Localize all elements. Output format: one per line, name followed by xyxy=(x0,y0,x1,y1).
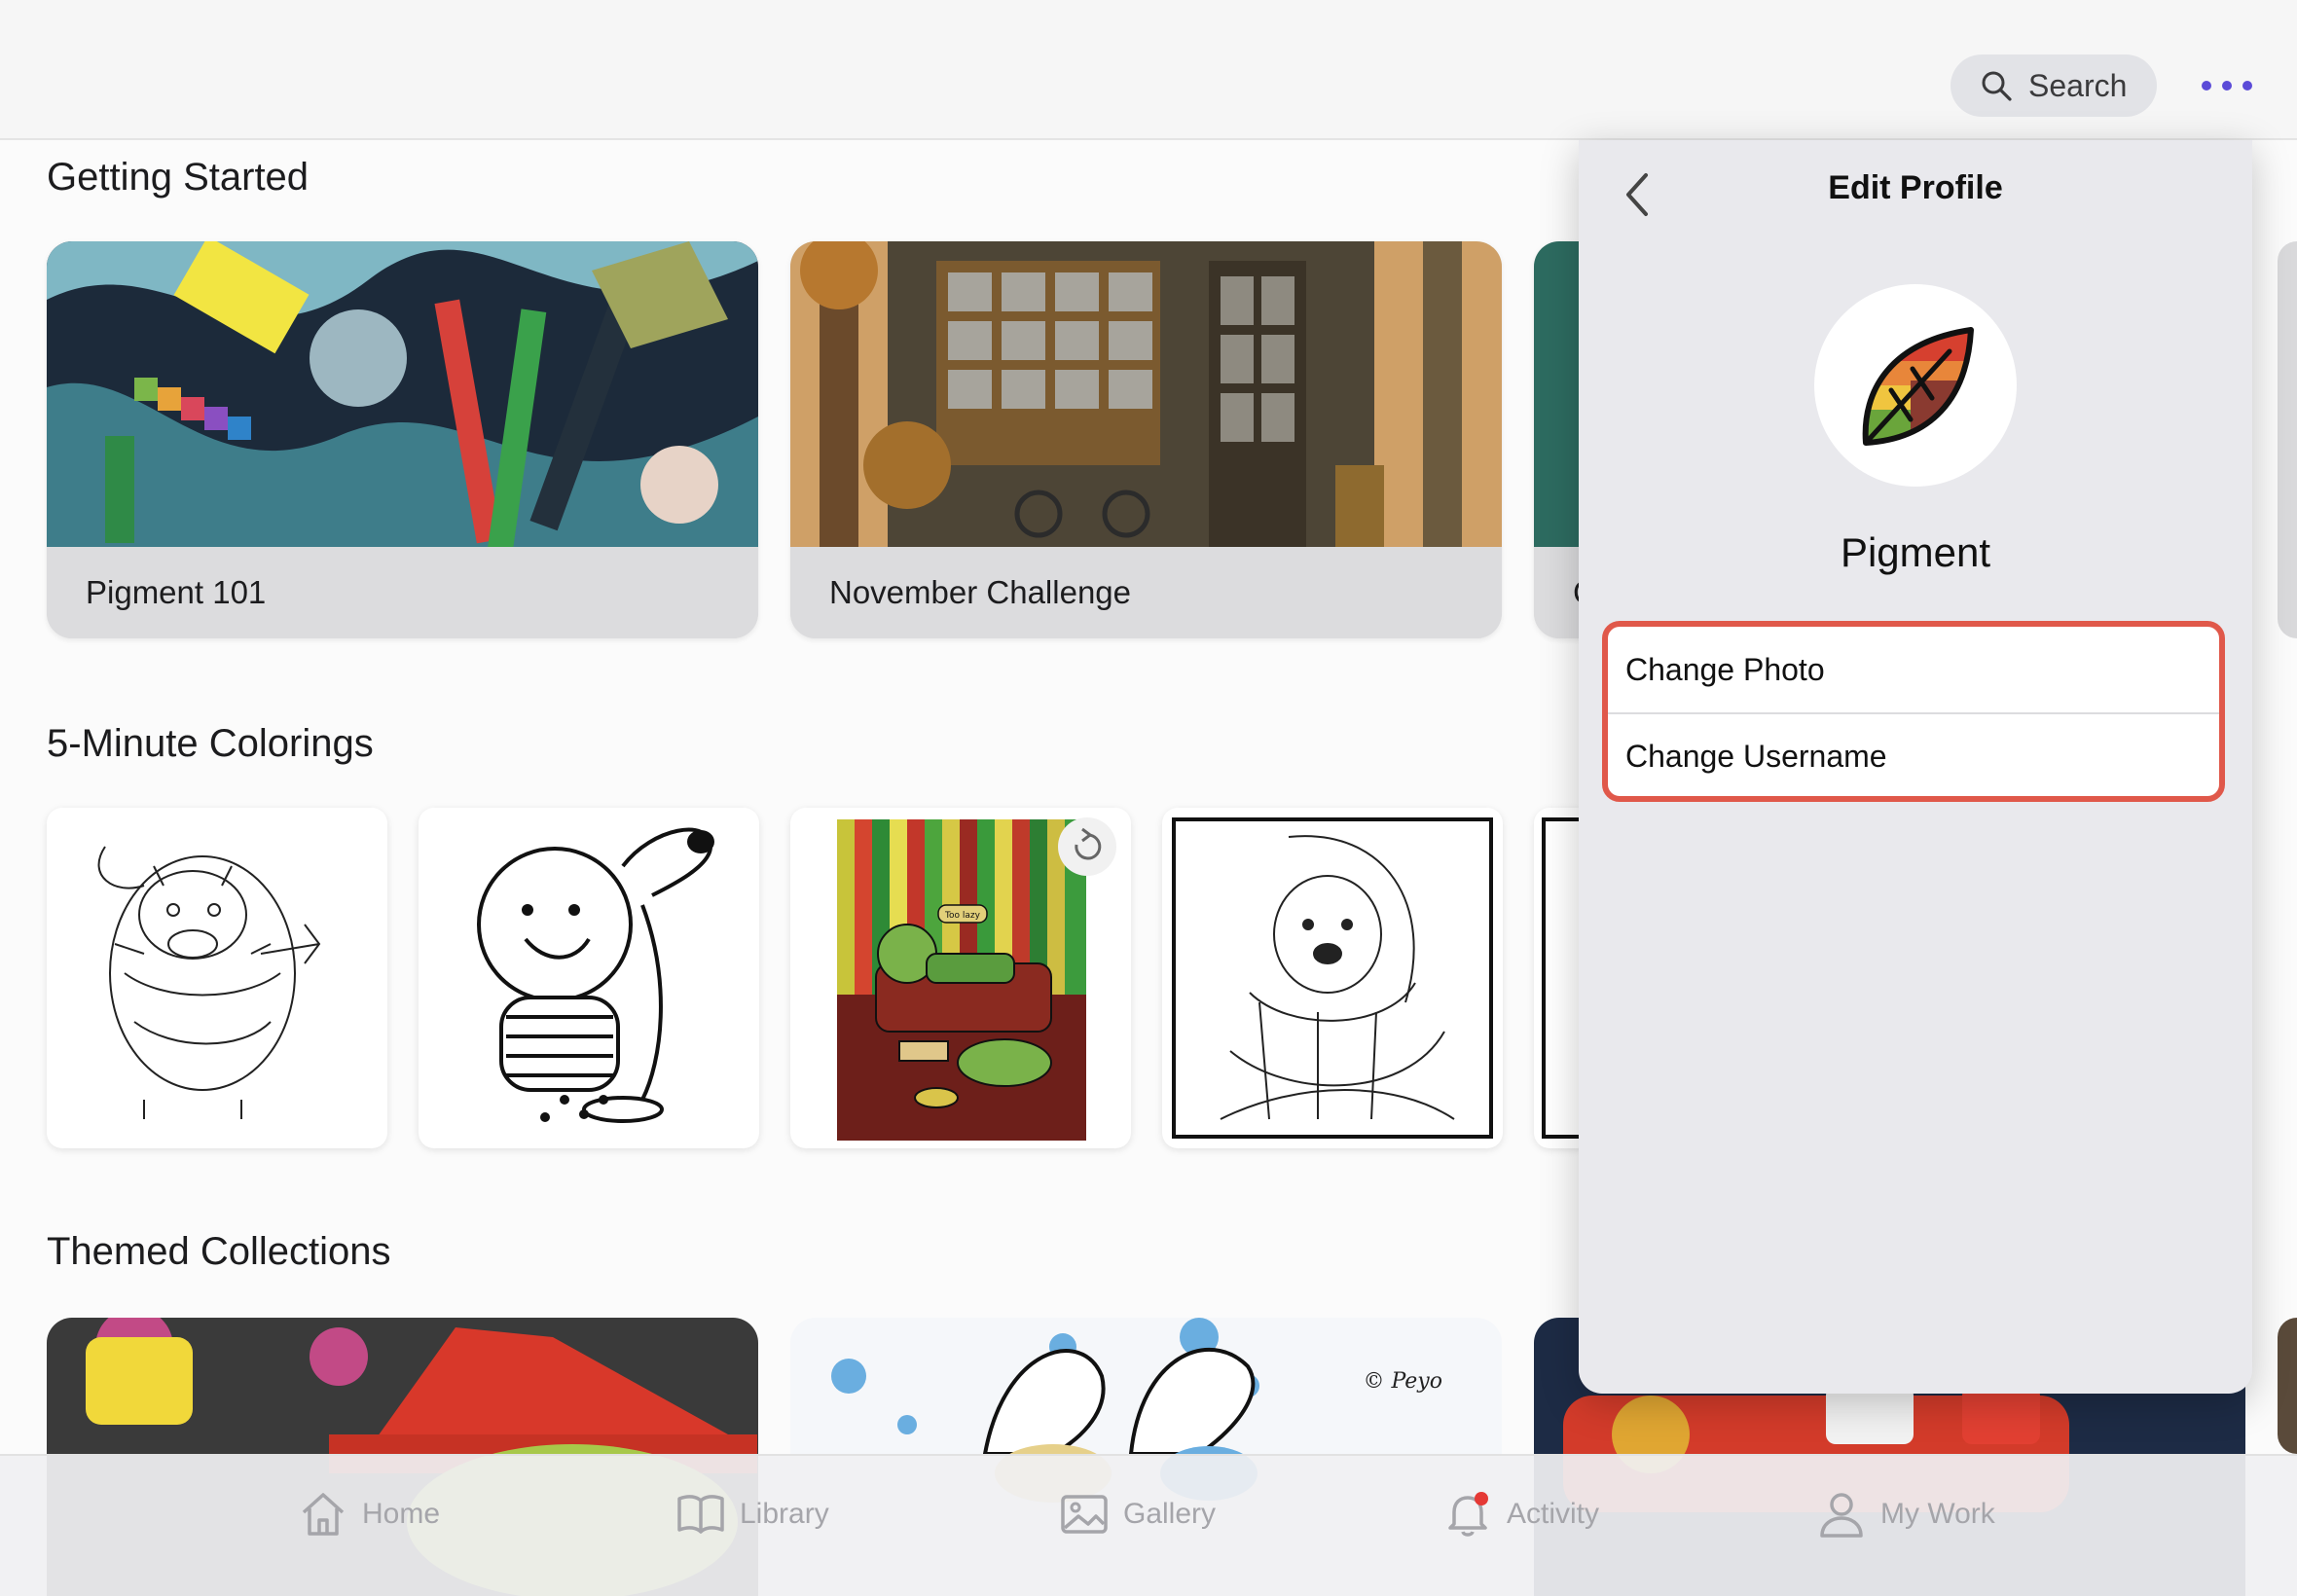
coloring-thumb-boy-dog[interactable] xyxy=(419,808,759,1148)
tab-label: Activity xyxy=(1507,1498,1600,1530)
card-november-challenge[interactable]: November Challenge xyxy=(790,241,1502,638)
search-label: Search xyxy=(2028,67,2128,103)
card-fourth-partial[interactable] xyxy=(2278,241,2297,638)
tab-library[interactable]: Library xyxy=(675,1485,829,1543)
speech-bubble-text: Too lazy xyxy=(944,911,981,921)
person-icon xyxy=(1820,1493,1863,1538)
avatar[interactable] xyxy=(1814,284,2017,487)
bell-icon xyxy=(1448,1492,1488,1537)
notification-badge xyxy=(1475,1492,1488,1505)
leaf-logo-icon xyxy=(1862,327,1974,446)
bottom-tab-bar: Home Library Gallery Activity My Work xyxy=(0,1454,2297,1596)
popover-title: Edit Profile xyxy=(1828,169,2003,206)
card-artwork xyxy=(47,241,758,547)
coloring-artwork: Too lazy xyxy=(837,817,1116,1141)
tab-home[interactable]: Home xyxy=(298,1485,440,1543)
ellipsis-icon xyxy=(2202,81,2211,91)
edit-profile-popover: Edit Profile Pigment Change Photo Change… xyxy=(1579,140,2252,1394)
coloring-thumb-girl-sofa[interactable]: Too lazy xyxy=(790,808,1131,1148)
tab-label: Library xyxy=(740,1498,829,1530)
coloring-artwork xyxy=(477,827,714,1123)
tab-label: My Work xyxy=(1880,1498,1995,1530)
card-artwork xyxy=(790,241,1502,547)
search-button[interactable]: Search xyxy=(1951,54,2157,117)
tab-label: Home xyxy=(362,1498,441,1530)
coloring-thumb-dog-flower[interactable] xyxy=(47,808,387,1148)
tab-gallery[interactable]: Gallery xyxy=(1059,1485,1216,1543)
profile-username: Pigment xyxy=(1840,529,1991,575)
coloring-artwork xyxy=(1172,817,1493,1139)
top-bar: Search xyxy=(0,0,2297,140)
image-icon xyxy=(1061,1495,1108,1534)
more-options-button[interactable] xyxy=(2202,64,2252,107)
card-pigment-101[interactable]: Pigment 101 xyxy=(47,241,758,638)
house-icon xyxy=(302,1493,345,1536)
tab-activity[interactable]: Activity xyxy=(1442,1485,1599,1543)
magnifier-icon xyxy=(1982,71,2012,101)
section-title-getting-started: Getting Started xyxy=(47,156,310,199)
book-icon xyxy=(677,1495,724,1534)
ellipsis-dot xyxy=(2222,81,2232,91)
coloring-artwork xyxy=(97,846,321,1119)
ellipsis-dot xyxy=(2242,81,2252,91)
card-label: November Challenge xyxy=(790,547,1502,638)
change-photo-button[interactable]: Change Photo xyxy=(1608,627,2219,712)
change-username-button[interactable]: Change Username xyxy=(1608,712,2219,796)
themed-card-partial[interactable] xyxy=(2278,1318,2297,1454)
section-title-themed-collections: Themed Collections xyxy=(47,1230,391,1273)
section-title-5-minute-colorings: 5-Minute Colorings xyxy=(47,722,374,765)
coloring-thumb-dog-scarf[interactable] xyxy=(1162,808,1503,1148)
artwork-credit: © Peyo xyxy=(1363,1369,1442,1394)
profile-options-list: Change Photo Change Username xyxy=(1602,621,2225,802)
tab-my-work[interactable]: My Work xyxy=(1816,1485,1995,1543)
card-label: Pigment 101 xyxy=(47,547,758,638)
tab-label: Gallery xyxy=(1123,1498,1217,1530)
